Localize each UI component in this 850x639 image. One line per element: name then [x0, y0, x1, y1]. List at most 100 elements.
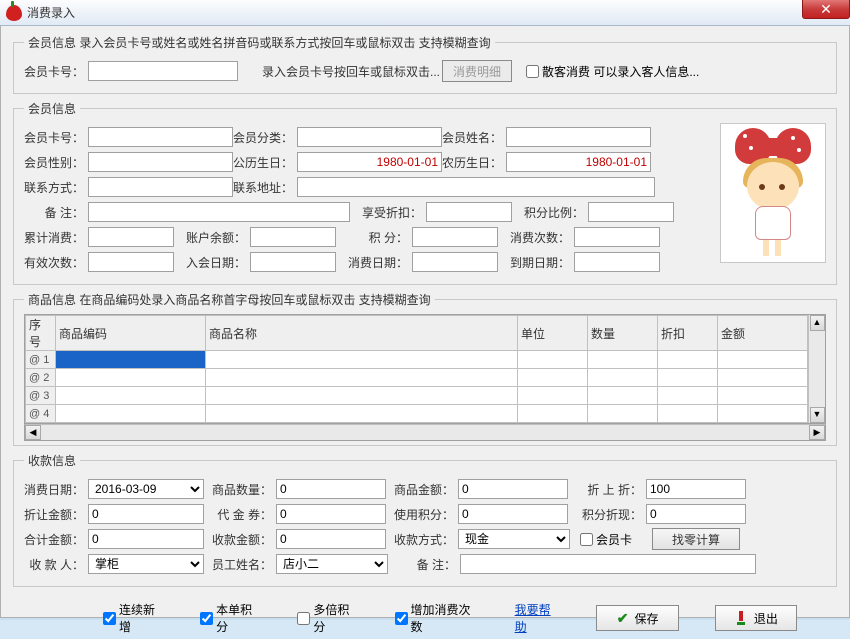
table-row[interactable]: @ 5 — [26, 423, 808, 424]
fld-pay-qty[interactable] — [276, 479, 386, 499]
card-label: 会员卡号： — [24, 63, 88, 80]
product-fieldset: 商品信息 在商品编码处录入商品名称首字母按回车或鼠标双击 支持模糊查询 序号 商… — [13, 291, 837, 446]
lookup-legend: 会员信息 录入会员卡号或姓名或姓名拼音码或联系方式按回车或鼠标双击 支持模糊查询 — [24, 34, 495, 51]
fld-received[interactable] — [276, 529, 386, 549]
member-card-checkbox[interactable]: 会员卡 — [580, 531, 632, 548]
method-combo[interactable]: 现金 — [458, 529, 570, 549]
payment-legend: 收款信息 — [24, 452, 80, 469]
member-card-checkbox-label: 会员卡 — [596, 531, 632, 548]
active-cell[interactable] — [56, 351, 206, 369]
lbl-join-date: 入会日期： — [174, 254, 250, 271]
help-link[interactable]: 我要帮助 — [515, 601, 561, 635]
card-input[interactable] — [88, 61, 238, 81]
exit-icon — [734, 611, 748, 625]
lbl-voucher: 代 金 券： — [204, 506, 276, 523]
fld-point-cash[interactable] — [646, 504, 746, 524]
lbl-remark: 备 注： — [24, 204, 88, 221]
walkin-checkbox[interactable]: 散客消费 可以录入客人信息... — [526, 63, 699, 80]
exit-button[interactable]: 退出 — [715, 605, 797, 631]
scroll-left-icon[interactable]: ◀ — [25, 425, 41, 440]
fld-top-discount[interactable] — [646, 479, 746, 499]
lbl-discount-amt: 折让金额： — [24, 506, 88, 523]
table-row[interactable]: @ 3 — [26, 387, 808, 405]
fld-join-date — [250, 252, 336, 272]
scroll-up-icon[interactable]: ▲ — [810, 315, 825, 331]
save-label: 保存 — [634, 610, 658, 627]
fld-name — [506, 127, 651, 147]
lbl-use-points: 使用积分： — [386, 506, 458, 523]
window-title: 消费录入 — [27, 4, 75, 21]
member-legend: 会员信息 — [24, 100, 80, 117]
lbl-contact: 联系方式： — [24, 179, 88, 196]
cb-multi-points[interactable]: 多倍积分 — [297, 601, 358, 635]
col-name: 商品名称 — [206, 316, 518, 351]
lbl-total: 合计金额： — [24, 531, 88, 548]
member-card-checkbox-box[interactable] — [580, 533, 593, 546]
lbl-pay-qty: 商品数量： — [204, 481, 276, 498]
col-seq: 序号 — [26, 316, 56, 351]
scroll-right-icon[interactable]: ▶ — [809, 425, 825, 440]
lbl-birth-solar: 公历生日： — [233, 154, 297, 171]
lbl-gender: 会员性别： — [24, 154, 88, 171]
walkin-checkbox-label: 散客消费 可以录入客人信息... — [542, 63, 699, 80]
fld-point-ratio — [588, 202, 674, 222]
col-amount: 金额 — [718, 316, 808, 351]
fld-voucher[interactable] — [276, 504, 386, 524]
fld-remark — [88, 202, 350, 222]
input-hint: 录入会员卡号按回车或鼠标双击... — [262, 63, 442, 80]
fld-discount-amt[interactable] — [88, 504, 204, 524]
fld-total-consume — [88, 227, 174, 247]
cb-continuous[interactable]: 连续新增 — [103, 601, 164, 635]
fld-pay-remark[interactable] — [460, 554, 756, 574]
table-row[interactable]: @ 2 — [26, 369, 808, 387]
lbl-balance: 账户余额： — [174, 229, 250, 246]
fld-category — [297, 127, 442, 147]
fld-contact — [88, 177, 233, 197]
detail-button: 消费明细 — [442, 60, 512, 82]
scroll-down-icon[interactable]: ▼ — [810, 407, 825, 423]
close-button[interactable]: ✕ — [802, 0, 850, 19]
change-button[interactable]: 找零计算 — [652, 528, 740, 550]
fld-points — [412, 227, 498, 247]
fld-gender — [88, 152, 233, 172]
save-button[interactable]: ✔ 保存 — [596, 605, 678, 631]
col-discount: 折扣 — [658, 316, 718, 351]
fld-expire-date — [574, 252, 660, 272]
lbl-birth-lunar: 农历生日： — [442, 154, 506, 171]
lbl-cashier: 收 款 人： — [24, 556, 88, 573]
cb-add-count[interactable]: 增加消费次数 — [395, 601, 479, 635]
fld-pay-amount[interactable] — [458, 479, 568, 499]
fld-consume-count — [574, 227, 660, 247]
col-unit: 单位 — [518, 316, 588, 351]
lbl-discount: 享受折扣： — [350, 204, 426, 221]
window-body: 会员信息 录入会员卡号或姓名或姓名拼音码或联系方式按回车或鼠标双击 支持模糊查询… — [0, 26, 850, 618]
footer-row: 连续新增 本单积分 多倍积分 增加消费次数 我要帮助 ✔ 保存 退出 — [13, 593, 837, 639]
cb-points-this[interactable]: 本单积分 — [200, 601, 261, 635]
pay-date-combo[interactable]: 2016-03-09 — [88, 479, 204, 499]
v-scrollbar[interactable]: ▲ ▼ — [808, 315, 825, 423]
table-row[interactable]: @ 4 — [26, 405, 808, 423]
check-icon: ✔ — [617, 610, 629, 627]
lbl-name: 会员姓名： — [442, 129, 506, 146]
fld-valid-count — [88, 252, 174, 272]
table-row[interactable]: @ 1 — [26, 351, 808, 369]
lbl-pay-date: 消费日期： — [24, 481, 88, 498]
lbl-staff: 员工姓名： — [204, 556, 276, 573]
cashier-combo[interactable]: 掌柜 — [88, 554, 204, 574]
titlebar: 消费录入 ✕ — [0, 0, 850, 26]
lbl-point-ratio: 积分比例： — [512, 204, 588, 221]
h-scrollbar[interactable]: ◀ ▶ — [24, 424, 826, 441]
payment-fieldset: 收款信息 消费日期： 2016-03-09 商品数量： 商品金额： 折 上 折：… — [13, 452, 837, 587]
product-table[interactable]: 序号 商品编码 商品名称 单位 数量 折扣 金额 @ 1 @ 2 @ 3 @ 4… — [24, 314, 826, 424]
lbl-category: 会员分类： — [233, 129, 297, 146]
fld-balance — [250, 227, 336, 247]
fld-card-no — [88, 127, 233, 147]
lbl-points: 积 分： — [336, 229, 412, 246]
lbl-total-consume: 累计消费： — [24, 229, 88, 246]
lbl-address: 联系地址： — [233, 179, 297, 196]
walkin-checkbox-box[interactable] — [526, 65, 539, 78]
fld-use-points[interactable] — [458, 504, 568, 524]
lbl-pay-remark: 备 注： — [388, 556, 460, 573]
staff-combo[interactable]: 店小二 — [276, 554, 388, 574]
fld-total[interactable] — [88, 529, 204, 549]
